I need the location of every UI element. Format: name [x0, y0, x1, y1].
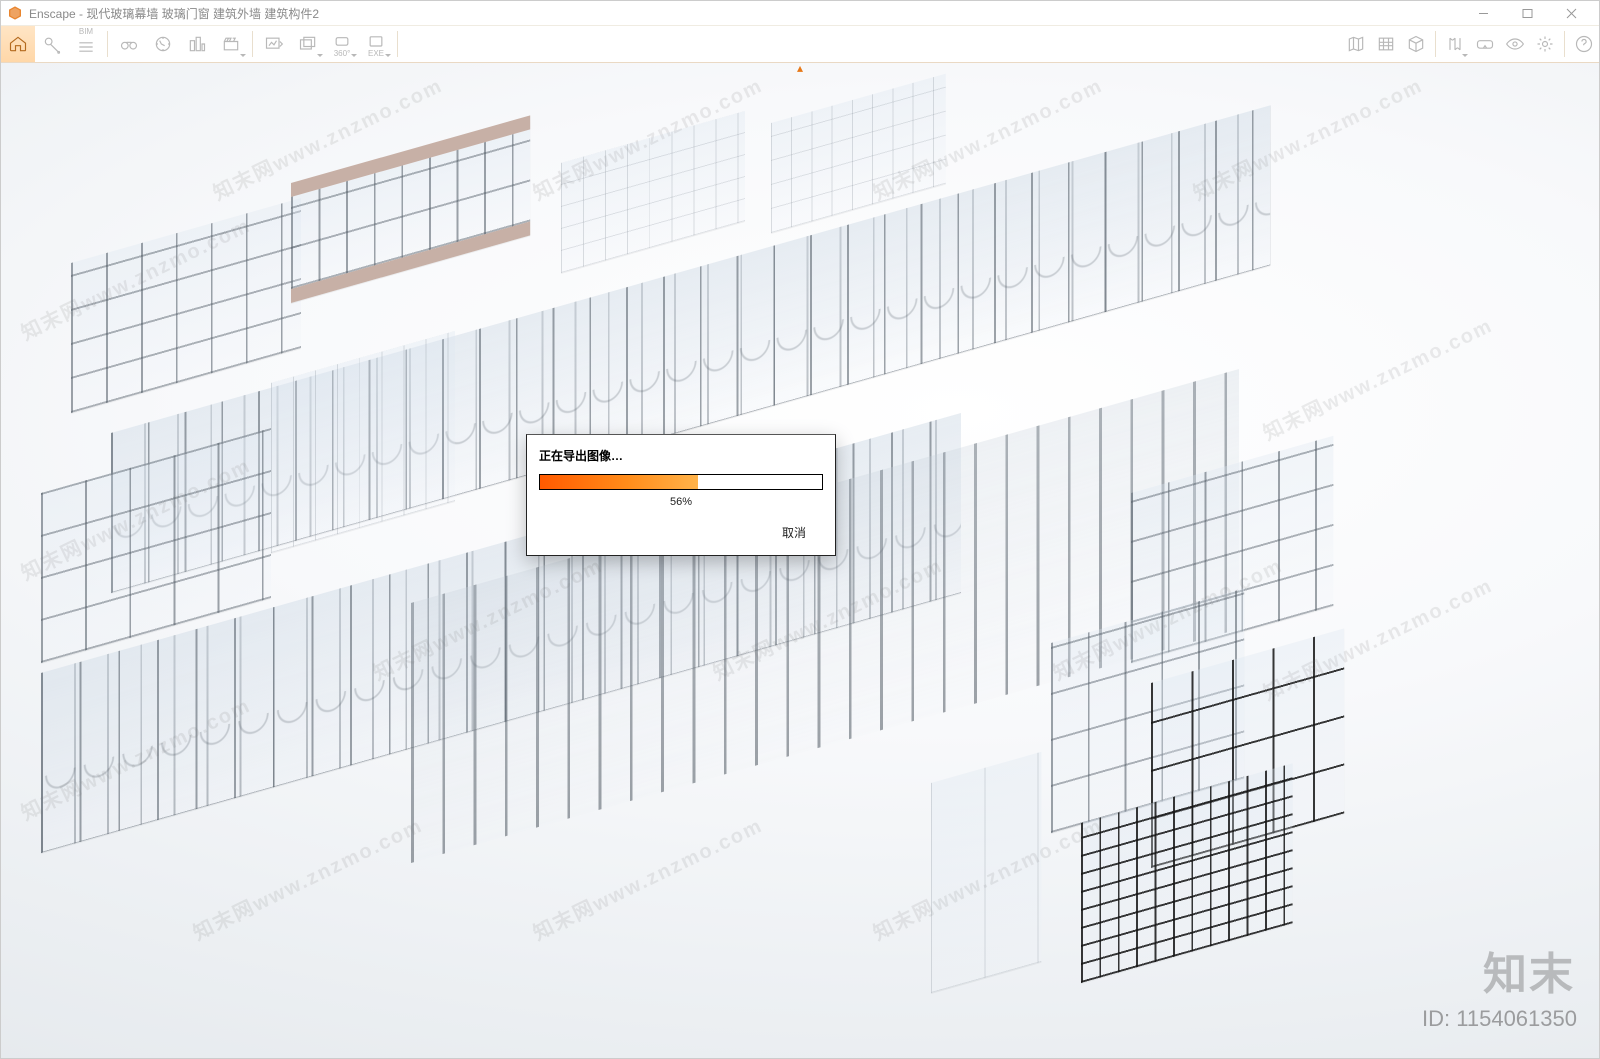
glass-door-pair — [931, 752, 1041, 993]
close-button[interactable] — [1549, 1, 1593, 25]
watermark-text: 知末网www.znzmo.com — [367, 549, 607, 686]
eye-icon — [1504, 33, 1526, 55]
perspective-button[interactable] — [1401, 26, 1431, 62]
progress-bar — [539, 474, 823, 490]
screenshot-button[interactable] — [257, 26, 291, 62]
app-window: Enscape - 现代玻璃幕墙 玻璃门窗 建筑外墙 建筑构件2 BIM 360… — [0, 0, 1600, 1059]
bim-manage-button[interactable]: BIM — [69, 26, 103, 62]
glass-wall-dark — [1151, 628, 1344, 868]
visual-settings-button[interactable] — [1500, 26, 1530, 62]
watermark-text: 知末网www.znzmo.com — [207, 69, 447, 206]
site-context-button[interactable] — [180, 26, 214, 62]
glass-wall-plain-2 — [1051, 588, 1244, 833]
map-icon — [1345, 33, 1367, 55]
scene-3d — [1, 63, 1599, 1058]
glass-wall-left-lower — [41, 428, 271, 663]
glass-wall-lattice — [1081, 763, 1293, 983]
minimize-button[interactable] — [1461, 1, 1505, 25]
orbit-button[interactable] — [146, 26, 180, 62]
panorama-button[interactable]: 360° — [325, 26, 359, 62]
toolbar-separator — [1435, 31, 1436, 57]
cancel-button[interactable]: 取消 — [765, 520, 823, 547]
video-button[interactable] — [214, 26, 248, 62]
watermark-brand: 知末 — [1483, 938, 1575, 1002]
pin-icon — [41, 33, 63, 55]
menu-icon — [75, 36, 97, 58]
window-title: Enscape - 现代玻璃幕墙 玻璃门窗 建筑外墙 建筑构件2 — [29, 5, 319, 22]
watermark-text: 知末网www.znzmo.com — [527, 69, 767, 206]
cube-icon — [1405, 33, 1427, 55]
gear-icon — [1534, 33, 1556, 55]
facade-mesh-top — [561, 111, 745, 273]
progress-percent-label: 56% — [539, 496, 823, 508]
views-button[interactable] — [112, 26, 146, 62]
watermark-text: 知末网www.znzmo.com — [1257, 569, 1497, 706]
batch-render-button[interactable] — [291, 26, 325, 62]
toolbar-separator — [1564, 31, 1565, 57]
watermark-text: 知末网www.znzmo.com — [1187, 69, 1427, 206]
vr-headset-icon — [1474, 33, 1496, 55]
watermark-text: 知末网www.znzmo.com — [15, 449, 255, 586]
watermark-text: 知末网www.znzmo.com — [1257, 309, 1497, 446]
titlebar: Enscape - 现代玻璃幕墙 玻璃门窗 建筑外墙 建筑构件2 — [1, 1, 1599, 25]
window-controls — [1461, 1, 1593, 25]
watermark-text: 知末网www.znzmo.com — [187, 809, 427, 946]
help-button[interactable] — [1569, 26, 1599, 62]
compass-icon — [152, 33, 174, 55]
watermark-id: ID: 1154061350 — [1422, 1006, 1577, 1032]
facade-mesh-top-2 — [771, 74, 946, 233]
render-viewport[interactable]: ▴ 知末网www.znzmo.com — [1, 63, 1599, 1058]
binoculars-icon — [118, 33, 140, 55]
watermark-text: 知末网www.znzmo.com — [15, 209, 255, 346]
exe-label: EXE — [368, 50, 384, 58]
watermark-text: 知末网www.znzmo.com — [527, 809, 767, 946]
buildings-icon — [186, 33, 208, 55]
link-sync-button[interactable] — [35, 26, 69, 62]
clapperboard-icon — [220, 33, 242, 55]
watermark-text: 知末网www.znzmo.com — [867, 69, 1107, 206]
toolbar-right-group — [1341, 26, 1599, 62]
home-icon — [7, 33, 29, 55]
help-icon — [1573, 33, 1595, 55]
progress-fill — [540, 475, 698, 489]
glass-wall-plain — [1131, 436, 1333, 663]
export-progress-dialog: 正在导出图像… 56% 取消 — [526, 434, 836, 556]
dialog-title: 正在导出图像… — [539, 447, 823, 464]
glass-slats-left — [271, 331, 455, 553]
pano-label: 360° — [334, 50, 351, 58]
vr-button[interactable] — [1470, 26, 1500, 62]
general-settings-button[interactable] — [1530, 26, 1560, 62]
image-export-icon — [263, 33, 285, 55]
toolbar-spacer — [402, 26, 1341, 62]
facade-windows-top-left — [71, 198, 301, 413]
main-toolbar: BIM 360° EXE — [1, 25, 1599, 63]
exe-export-button[interactable]: EXE — [359, 26, 393, 62]
toolbar-separator — [107, 31, 108, 57]
facade-brick-top — [291, 115, 530, 303]
panel-chevron-icon: ▴ — [797, 63, 803, 73]
asset-library-button[interactable] — [1371, 26, 1401, 62]
toolbar-separator — [397, 31, 398, 57]
bim-label: BIM — [79, 28, 93, 36]
grid-icon — [1375, 33, 1397, 55]
watermark-text: 知末网www.znzmo.com — [15, 689, 255, 826]
columns-icon — [1444, 33, 1466, 55]
watermark-text: 知末网www.znzmo.com — [707, 549, 947, 686]
minimap-button[interactable] — [1341, 26, 1371, 62]
home-button[interactable] — [1, 26, 35, 62]
image-multi-icon — [297, 33, 319, 55]
app-logo-icon — [7, 5, 23, 21]
dialog-actions: 取消 — [539, 520, 823, 547]
watermark-text: 知末网www.znzmo.com — [867, 809, 1107, 946]
maximize-button[interactable] — [1505, 1, 1549, 25]
watermark-text: 知末网www.znzmo.com — [1047, 549, 1287, 686]
collab-button[interactable] — [1440, 26, 1470, 62]
toolbar-separator — [252, 31, 253, 57]
